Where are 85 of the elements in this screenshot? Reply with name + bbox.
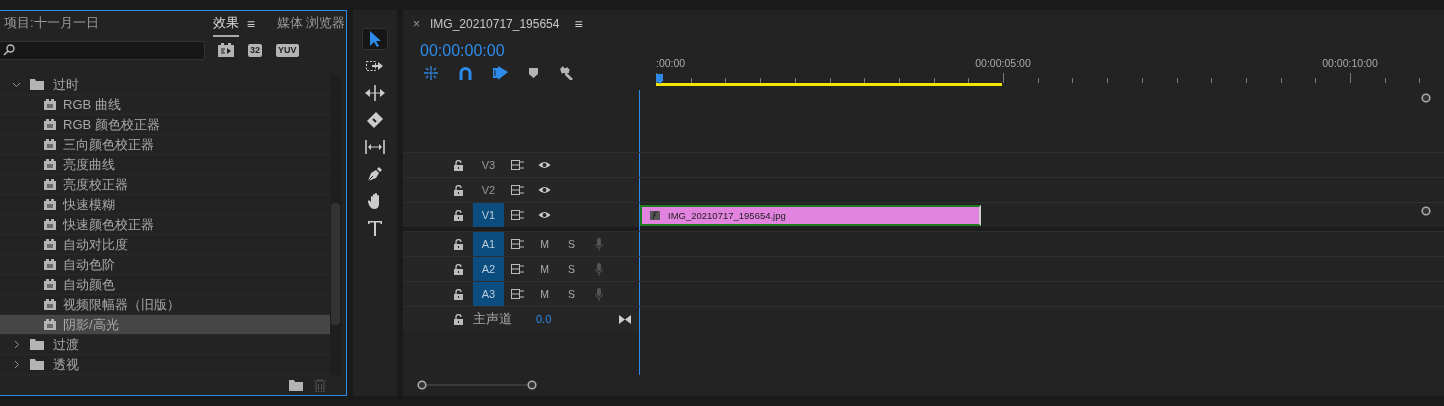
solo-button[interactable]: S — [558, 288, 585, 300]
clip-label: IMG_20210717_195654.jpg — [668, 209, 786, 221]
effect-icon — [44, 99, 56, 110]
lock-icon[interactable] — [453, 263, 463, 275]
effect-row[interactable]: 自动对比度 — [0, 235, 330, 255]
lock-icon[interactable] — [453, 209, 463, 221]
effect-row[interactable]: 快速模糊 — [0, 195, 330, 215]
track-target-button[interactable]: A1 — [473, 232, 504, 256]
search-icon — [3, 44, 15, 56]
folder-icon — [30, 79, 44, 90]
bit-depth-filter[interactable]: 32 — [248, 43, 262, 57]
chevron-right-icon — [12, 360, 21, 369]
folder-row[interactable]: 过渡 — [0, 335, 330, 355]
effect-icon — [44, 199, 56, 210]
effect-row[interactable]: RGB 曲线 — [0, 95, 330, 115]
chevron-right-icon — [12, 340, 21, 349]
effect-icon — [44, 119, 56, 130]
ruler-label: 00:00:10:00 — [1322, 57, 1378, 69]
linked-selection-icon[interactable] — [493, 66, 508, 80]
solo-button[interactable]: S — [558, 263, 585, 275]
ruler-label: :00:00 — [656, 57, 686, 69]
track-target-button[interactable]: A2 — [473, 257, 504, 281]
panel-menu-icon[interactable]: ≡ — [246, 16, 255, 32]
new-folder-icon[interactable] — [289, 379, 303, 391]
track-name: 主声道 — [473, 310, 512, 328]
fx-badge-icon — [650, 210, 660, 220]
folder-icon — [30, 339, 44, 350]
track-target-button[interactable]: V1 — [473, 203, 504, 227]
playhead-icon[interactable] — [656, 74, 663, 84]
scroll-handle-icon[interactable] — [1421, 93, 1431, 103]
mute-button[interactable]: M — [531, 288, 558, 300]
scrollbar-thumb[interactable] — [331, 203, 340, 325]
yuv-filter[interactable]: YUV — [276, 43, 299, 57]
effect-row[interactable]: 三向颜色校正器 — [0, 135, 330, 155]
scroll-handle-icon[interactable] — [417, 380, 427, 390]
lock-icon[interactable] — [453, 313, 463, 325]
effect-icon — [44, 279, 56, 290]
folder-icon — [30, 359, 44, 370]
effect-row[interactable]: 快速颜色校正器 — [0, 215, 330, 235]
effect-row[interactable]: 自动色阶 — [0, 255, 330, 275]
close-button[interactable]: × — [413, 17, 420, 31]
lock-icon[interactable] — [453, 184, 463, 196]
video-clip[interactable]: IMG_20210717_195654.jpg — [640, 204, 981, 226]
volume-value[interactable]: 0.0 — [536, 313, 552, 325]
track-target-button[interactable]: A3 — [473, 282, 504, 306]
ruler-label: 00:00:05:00 — [975, 57, 1031, 69]
panel-tab[interactable]: 项目:十一月一日 — [4, 11, 99, 37]
scrollbar-track[interactable] — [330, 75, 341, 375]
scroll-handle-icon[interactable] — [1421, 206, 1431, 216]
effect-icon — [44, 259, 56, 270]
panel-tab[interactable]: 效果 — [212, 11, 239, 37]
panel-menu-icon[interactable]: ≡ — [574, 16, 583, 32]
effect-icon — [44, 179, 56, 190]
effect-row[interactable]: 亮度校正器 — [0, 175, 330, 195]
effect-icon — [44, 159, 56, 170]
panel-tab[interactable]: 媒体 浏览器 — [276, 11, 346, 37]
mute-button[interactable]: M — [531, 263, 558, 275]
folder-row[interactable]: 透视 — [0, 355, 330, 375]
solo-button[interactable]: S — [558, 238, 585, 250]
lock-icon[interactable] — [453, 288, 463, 300]
folder-row[interactable]: 过时 — [0, 75, 330, 95]
effect-row[interactable]: RGB 颜色校正器 — [0, 115, 330, 135]
accelerated-filter-icon[interactable] — [218, 43, 234, 57]
magnet-icon[interactable] — [459, 66, 472, 80]
effect-icon — [44, 319, 56, 330]
marker-icon[interactable] — [529, 68, 538, 78]
time-ruler[interactable]: :00:00 00:00:05:00 00:00:10:00 — [656, 38, 1424, 90]
scroll-handle-icon[interactable] — [527, 380, 537, 390]
effect-icon — [44, 299, 56, 310]
effect-row[interactable]: 亮度曲线 — [0, 155, 330, 175]
effect-icon — [44, 139, 56, 150]
sequence-tab[interactable]: IMG_20210717_195654 — [430, 17, 560, 31]
search-field[interactable] — [0, 40, 205, 60]
timecode[interactable]: 00:00:00:00 — [420, 42, 656, 60]
bowtie-icon[interactable] — [619, 314, 631, 324]
effect-row[interactable]: 阴影/高光 — [0, 315, 330, 335]
chevron-down-icon — [12, 81, 21, 88]
wrench-icon[interactable] — [559, 66, 573, 80]
lock-icon[interactable] — [453, 159, 463, 171]
effect-icon — [44, 219, 56, 230]
effect-row[interactable]: 自动颜色 — [0, 275, 330, 295]
mute-button[interactable]: M — [531, 238, 558, 250]
effect-icon — [44, 239, 56, 250]
lock-icon[interactable] — [453, 238, 463, 250]
nest-sequence-icon[interactable] — [424, 66, 438, 80]
